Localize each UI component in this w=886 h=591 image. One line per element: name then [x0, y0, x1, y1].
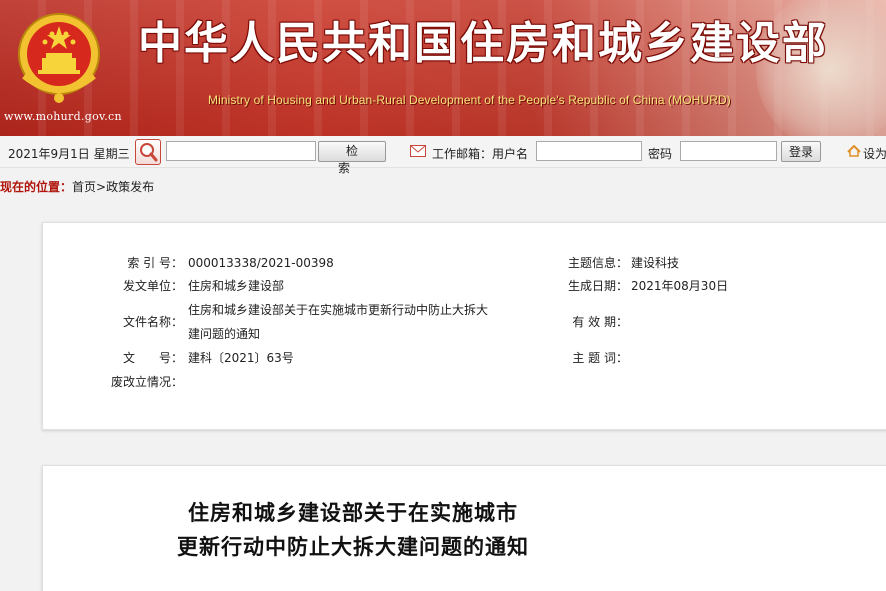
document-number-label: 文 号：	[122, 351, 183, 365]
search-input[interactable]	[166, 141, 316, 161]
top-toolbar: 2021年9月1日 星期三 检索 工作邮箱：用户名 密码 登录 设为	[0, 136, 886, 175]
username-input[interactable]	[536, 141, 642, 161]
site-url: www.mohurd.gov.cn	[4, 110, 122, 123]
ministry-title-en: Ministry of Housing and Urban-Rural Deve…	[208, 93, 731, 107]
document-info-panel: 索 引 号： 000013338/2021-00398 发文单位： 住房和城乡建…	[42, 222, 886, 430]
issuer-value: 住房和城乡建设部	[188, 279, 285, 293]
index-number-label: 索 引 号：	[127, 256, 183, 270]
index-number-value: 000013338/2021-00398	[188, 256, 334, 270]
breadcrumb-current-link[interactable]: 政策发布	[106, 180, 154, 194]
national-emblem-icon	[18, 13, 100, 103]
set-homepage-link[interactable]: 设为	[863, 145, 886, 162]
topic-value: 建设科技	[631, 256, 680, 270]
mail-icon	[410, 145, 426, 157]
article-title: 住房和城乡建设部关于在实施城市 更新行动中防止大拆大建问题的通知	[43, 496, 663, 564]
document-number-value: 建科〔2021〕63号	[188, 351, 294, 365]
article-title-line1: 住房和城乡建设部关于在实施城市	[188, 500, 518, 525]
search-icon[interactable]	[135, 139, 161, 165]
current-date: 2021年9月1日 星期三	[8, 147, 130, 161]
breadcrumb-home-link[interactable]: 首页	[72, 180, 96, 194]
filename-value: 住房和城乡建设部关于在实施城市更新行动中防止大拆大 建问题的通知	[188, 298, 518, 346]
password-input[interactable]	[680, 141, 777, 161]
topic-label: 主题信息：	[567, 256, 628, 270]
ministry-title-cn: 中华人民共和国住房和城乡建设部	[138, 18, 828, 69]
generated-date-value: 2021年08月30日	[631, 279, 729, 293]
keyword-label: 主 题 词：	[572, 351, 628, 365]
work-mail-username-label: 工作邮箱：用户名	[432, 147, 529, 161]
site-banner: www.mohurd.gov.cn 中华人民共和国住房和城乡建设部 Minist…	[0, 0, 886, 136]
search-button[interactable]: 检索	[318, 141, 386, 175]
breadcrumb-separator: >	[96, 180, 107, 194]
generated-date-label: 生成日期：	[567, 279, 628, 293]
filename-label: 文件名称：	[122, 315, 183, 329]
home-icon	[847, 145, 861, 157]
filename-value-line1: 住房和城乡建设部关于在实施城市更新行动中防止大拆大	[188, 303, 489, 317]
validity-label: 有 效 期：	[572, 315, 628, 329]
breadcrumb-label: 现在的位置：	[0, 180, 73, 194]
breadcrumb: 现在的位置：首页>政策发布	[0, 178, 154, 195]
login-button[interactable]: 登录	[781, 141, 821, 162]
issuer-label: 发文单位：	[122, 279, 183, 293]
password-label: 密码	[648, 147, 673, 161]
filename-value-line2: 建问题的通知	[188, 327, 261, 341]
article-body: 住房和城乡建设部关于在实施城市 更新行动中防止大拆大建问题的通知	[42, 465, 886, 591]
article-title-line2: 更新行动中防止大拆大建问题的通知	[177, 534, 529, 559]
amendment-status-label: 废改立情况：	[110, 375, 183, 389]
